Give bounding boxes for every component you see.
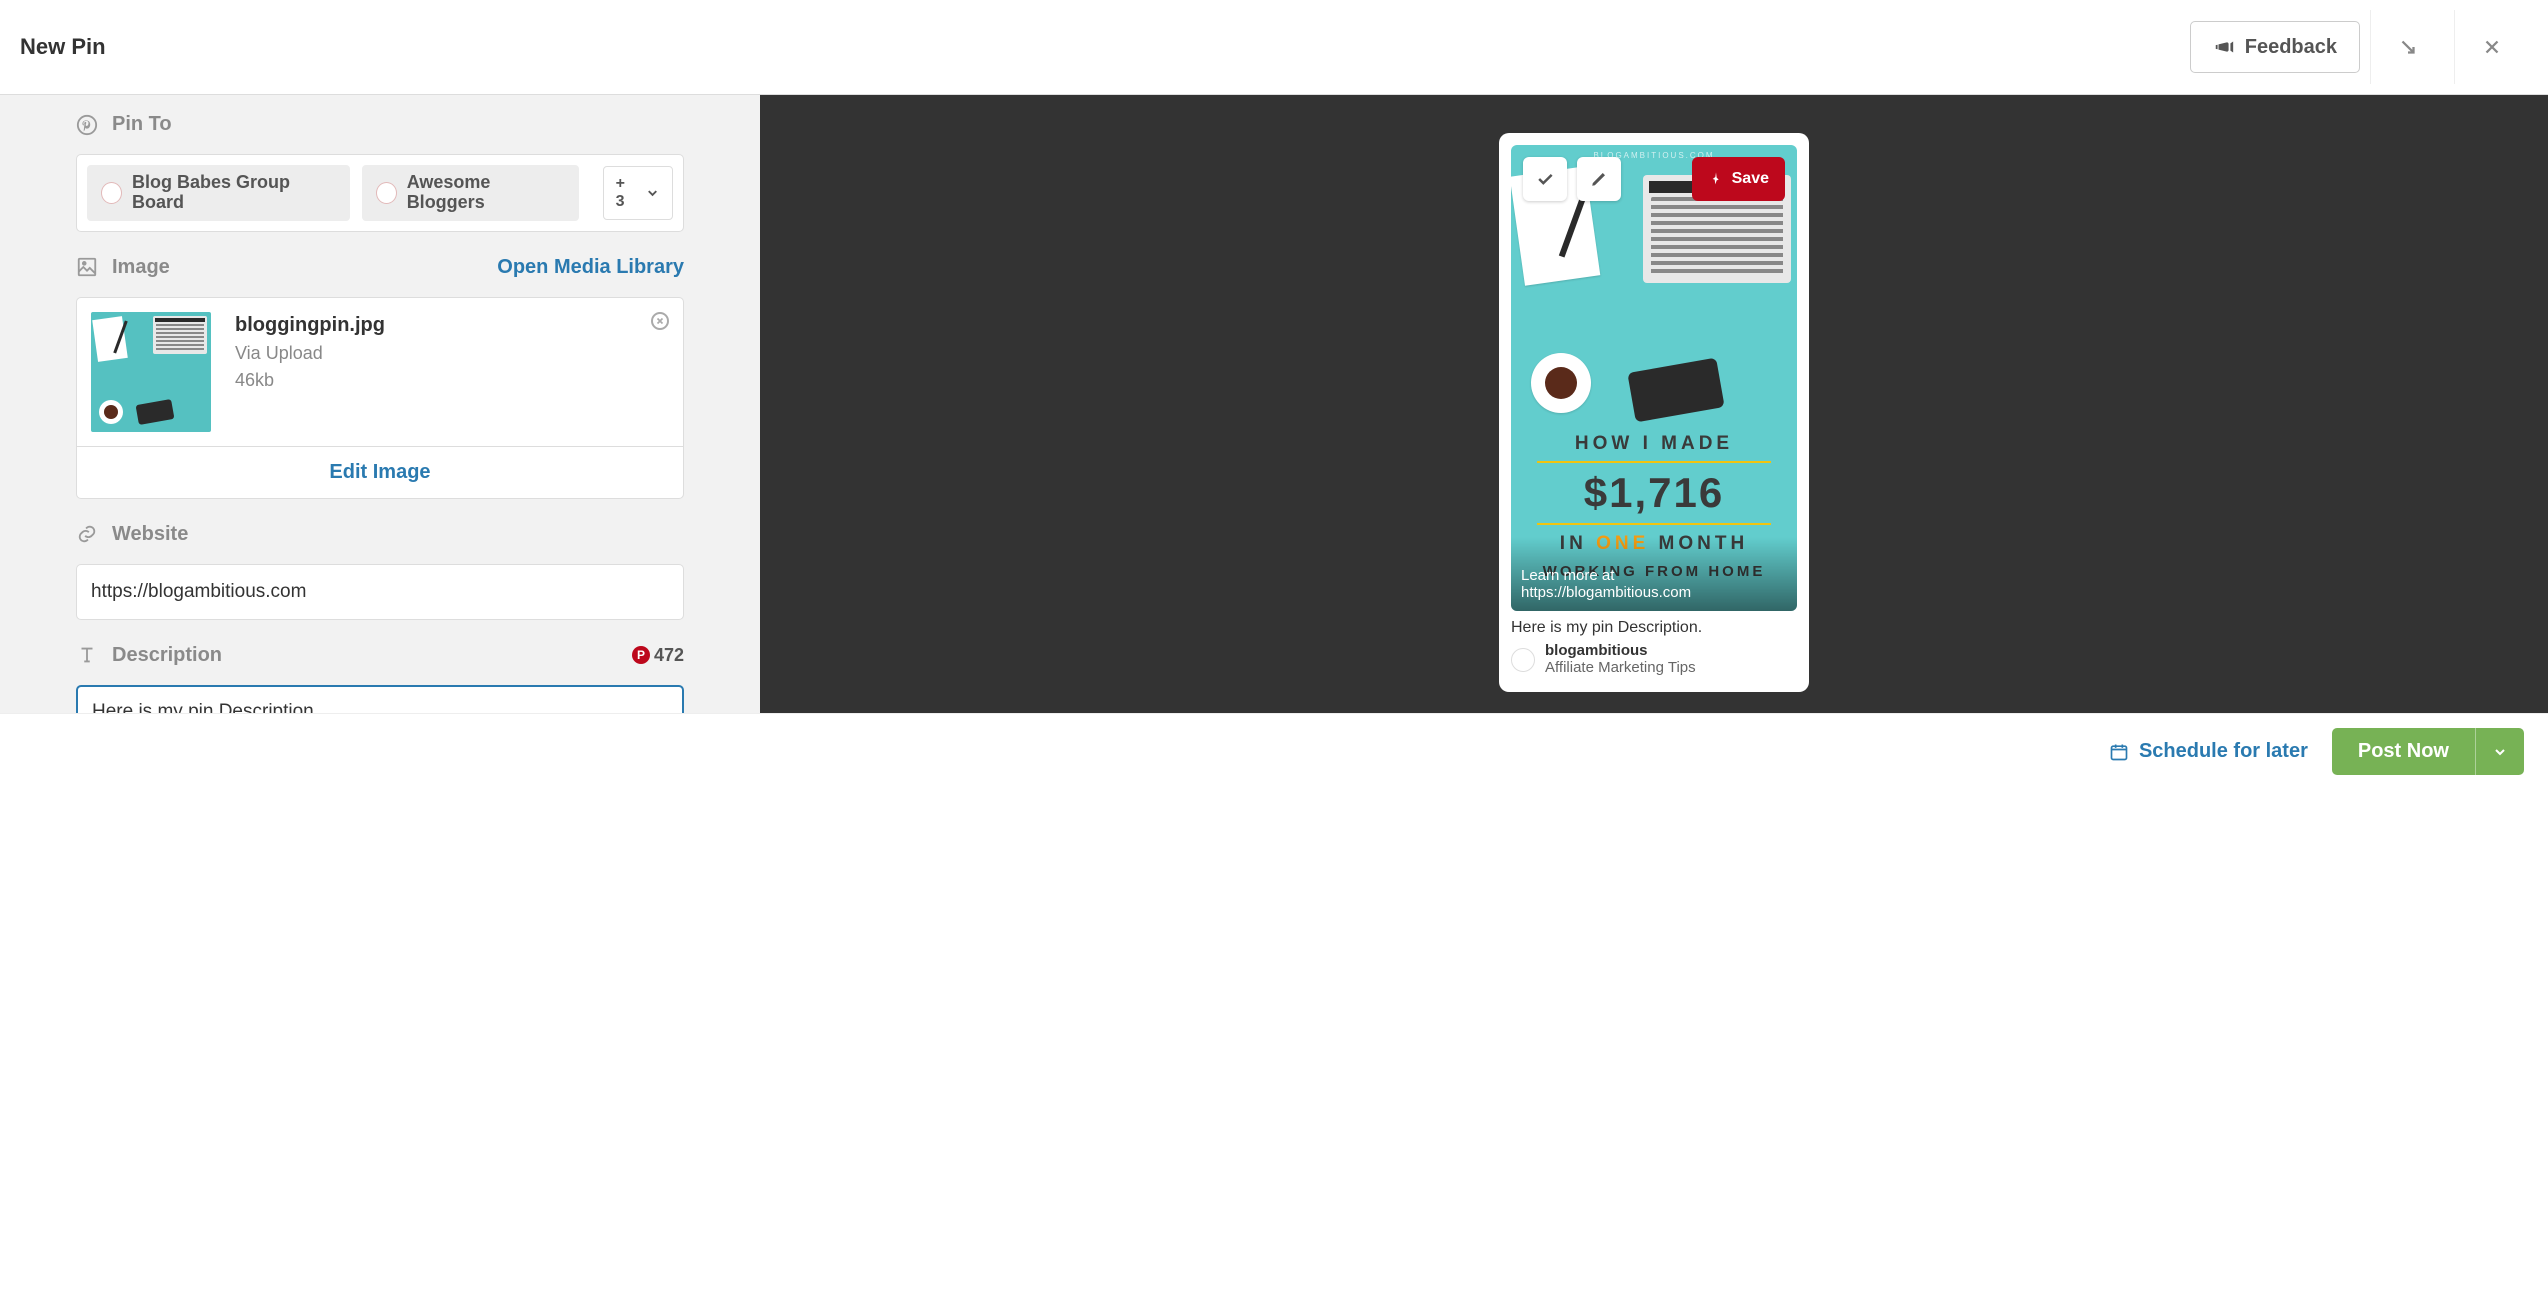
author-name: blogambitious: [1545, 643, 1696, 660]
description-label: Description: [112, 644, 222, 667]
board-chip[interactable]: Awesome Bloggers: [362, 165, 579, 221]
edit-image-button[interactable]: Edit Image: [76, 447, 684, 499]
preview-save-button[interactable]: Save: [1692, 157, 1785, 201]
board-chip[interactable]: Blog Babes Group Board: [87, 165, 350, 221]
description-count-value: 472: [654, 645, 684, 666]
megaphone-icon: [2213, 36, 2235, 58]
link-icon: [76, 523, 98, 545]
feedback-label: Feedback: [2245, 36, 2337, 59]
description-count: P 472: [632, 645, 684, 666]
chevron-down-icon: [645, 185, 660, 201]
close-button[interactable]: [2454, 10, 2528, 84]
chevron-down-icon: [2492, 744, 2508, 760]
feedback-button[interactable]: Feedback: [2190, 21, 2360, 73]
description-input[interactable]: Here is my pin Description.: [76, 685, 684, 713]
preview-check-button[interactable]: [1523, 157, 1567, 201]
image-size: 46kb: [235, 370, 385, 391]
pin-text-line2: $1,716: [1511, 469, 1797, 517]
calendar-icon: [2109, 742, 2129, 762]
minimize-button[interactable]: [2370, 10, 2444, 84]
pin-to-label: Pin To: [112, 113, 172, 136]
remove-image-button[interactable]: [651, 312, 669, 330]
pin-icon: [1708, 171, 1724, 187]
website-input[interactable]: [76, 564, 684, 620]
check-icon: [1535, 169, 1555, 189]
pin-learn-more-overlay: Learn more at https://blogambitious.com: [1511, 537, 1797, 611]
section-image: Image: [76, 256, 170, 279]
close-icon: [655, 316, 665, 326]
open-media-library-button[interactable]: Open Media Library: [497, 256, 684, 279]
board-chip-label: Awesome Bloggers: [407, 173, 565, 213]
image-thumbnail[interactable]: [91, 312, 211, 432]
pinterest-icon: [76, 114, 98, 136]
pin-preview-card: Save BLOGAMBITIOUS.COM HOW I MADE $1,716…: [1499, 133, 1809, 692]
board-avatar: [101, 182, 122, 204]
pinterest-badge-icon: P: [632, 646, 650, 664]
website-label: Website: [112, 523, 188, 546]
text-icon: [76, 644, 98, 666]
author-avatar: [1511, 648, 1535, 672]
pencil-icon: [1590, 170, 1608, 188]
form-panel: Pin To Blog Babes Group Board Awesome Bl…: [0, 95, 760, 713]
page-title: New Pin: [20, 34, 106, 60]
preview-panel: Save BLOGAMBITIOUS.COM HOW I MADE $1,716…: [760, 95, 2548, 713]
image-source: Via Upload: [235, 343, 385, 364]
board-avatar: [376, 182, 397, 204]
post-now-button[interactable]: Post Now: [2332, 728, 2475, 775]
board-chip-label: Blog Babes Group Board: [132, 173, 336, 213]
section-website: Website: [76, 523, 188, 546]
image-icon: [76, 256, 98, 278]
save-label: Save: [1732, 170, 1769, 188]
board-selector[interactable]: Blog Babes Group Board Awesome Bloggers …: [76, 154, 684, 232]
pin-author-row: blogambitious Affiliate Marketing Tips: [1511, 643, 1797, 680]
author-board: Affiliate Marketing Tips: [1545, 660, 1696, 677]
image-card: bloggingpin.jpg Via Upload 46kb: [76, 297, 684, 447]
pin-preview-image: Save BLOGAMBITIOUS.COM HOW I MADE $1,716…: [1511, 145, 1797, 611]
pin-text-line1: HOW I MADE: [1511, 433, 1797, 455]
section-description: Description: [76, 644, 222, 667]
image-filename: bloggingpin.jpg: [235, 314, 385, 337]
preview-edit-button[interactable]: [1577, 157, 1621, 201]
schedule-for-later-button[interactable]: Schedule for later: [2109, 740, 2308, 763]
section-pin-to: Pin To: [76, 113, 172, 136]
pin-preview-description: Here is my pin Description.: [1511, 611, 1797, 643]
image-label: Image: [112, 256, 170, 279]
more-boards-button[interactable]: + 3: [603, 166, 673, 220]
post-now-dropdown[interactable]: [2475, 728, 2524, 775]
schedule-label: Schedule for later: [2139, 740, 2308, 763]
more-boards-count: + 3: [616, 175, 637, 211]
